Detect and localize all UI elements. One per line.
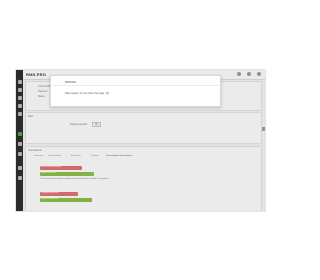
dialog-title: PAYDAY [65, 80, 77, 84]
dialog-message: Data saved, do not close the page. (3) [65, 92, 109, 95]
divider [51, 85, 220, 86]
alert-dialog: PAYDAY Data saved, do not close the page… [50, 75, 221, 107]
